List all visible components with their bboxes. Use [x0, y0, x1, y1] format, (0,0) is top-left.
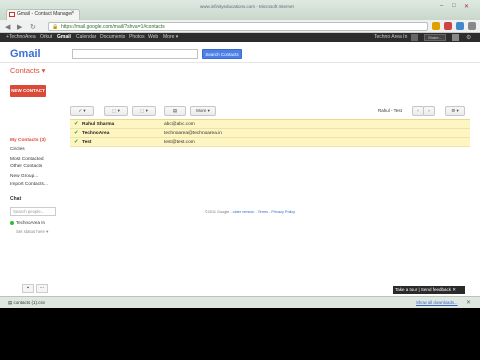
download-filename: contacts (1).csv [13, 300, 46, 305]
show-all-downloads-link[interactable]: Show all downloads... [416, 300, 458, 305]
address-bar[interactable]: 🔒 https://mail.google.com/mail/?shva=1#c… [48, 22, 428, 31]
share-button[interactable]: Share... [424, 34, 446, 41]
new-contact-button[interactable]: NEW CONTACT [10, 85, 46, 97]
contact-email[interactable]: test@test.com [164, 140, 195, 145]
sidebar-item-other-contacts[interactable]: Other Contacts [10, 164, 42, 169]
more-options-icon[interactable]: ··· [36, 284, 48, 293]
gbar-item-plus[interactable]: +TechnoArea [6, 34, 36, 40]
wrench-icon[interactable] [468, 22, 476, 30]
browser-titlebar: Gmail - Contact Manager × www.infinityed… [0, 0, 480, 20]
divider [0, 62, 480, 63]
search-contacts-button[interactable]: Search Contacts [202, 49, 242, 59]
next-page-button[interactable]: › [423, 106, 435, 116]
contact-name[interactable]: Rahul Sharma [82, 122, 114, 127]
privacy-link[interactable]: Privacy Policy [271, 210, 295, 214]
gmail-logo[interactable]: Gmail [10, 48, 41, 60]
gbar-item-photos[interactable]: Photos [129, 34, 145, 40]
table-row[interactable]: ✔ Test test@test.com [70, 138, 470, 147]
logo-text: Gmail [10, 48, 41, 60]
contact-name[interactable]: Test [82, 140, 92, 145]
browser-toolbar: ◀ ▶ ↻ 🔒 https://mail.google.com/mail/?sh… [0, 20, 480, 33]
google-bar: +TechnoArea Orkut Gmail Calendar Documen… [0, 33, 480, 42]
sidebar-item-most-contacted[interactable]: Most Contacted [10, 157, 44, 162]
page-content [0, 42, 480, 296]
downloads-bar: ▤ contacts (1).csv Show all downloads...… [0, 296, 480, 308]
sidebar-item-import[interactable]: Import Contacts... [10, 182, 48, 187]
contacts-table: ✔ Rahul Sharma abc@abc.com ✔ TechnoArea … [70, 119, 470, 147]
contact-email[interactable]: technoarea@technoarea.in [164, 131, 222, 136]
groups-button[interactable]: ⬚ ▾ [132, 106, 156, 116]
settings-gear-icon[interactable]: ⚙ [466, 34, 471, 41]
more-button[interactable]: More ▾ [190, 106, 216, 116]
checkbox-checked-icon[interactable]: ✔ [74, 130, 79, 136]
checkbox-checked-icon[interactable]: ✔ [74, 139, 79, 145]
add-to-circle-button[interactable]: ⬚ ▾ [104, 106, 128, 116]
checkbox-checked-icon[interactable]: ✔ [74, 121, 79, 127]
avatar[interactable] [452, 34, 459, 41]
contact-email[interactable]: abc@abc.com [164, 122, 195, 127]
tab-title: Gmail - Contact Manager [17, 11, 73, 17]
feedback-bar[interactable]: Take a tour | Send feedback ✕ [393, 286, 465, 294]
search-input[interactable] [72, 49, 198, 59]
gbar-item-gmail[interactable]: Gmail [57, 34, 71, 40]
minimize-icon[interactable]: – [440, 3, 443, 9]
chat-search-input[interactable]: Search people... [10, 207, 56, 216]
chat-status[interactable]: Set status here ▾ [16, 229, 48, 235]
select-button[interactable]: ✓ ▾ [70, 106, 94, 116]
gbar-item-more[interactable]: More ▾ [163, 34, 178, 40]
browser-tab[interactable]: Gmail - Contact Manager × [6, 9, 80, 20]
gbar-item-documents[interactable]: Documents [100, 34, 125, 40]
gbar-item-orkut[interactable]: Orkut [40, 34, 52, 40]
contact-range-label: Rahul - Test [378, 108, 402, 113]
gbar-user[interactable]: Techno Area In [374, 34, 407, 40]
back-icon[interactable]: ◀ [5, 23, 10, 31]
gbar-item-calendar[interactable]: Calendar [76, 34, 96, 40]
chat-title: Chat [10, 196, 22, 202]
sidebar-item-circles[interactable]: Circles [10, 147, 25, 152]
extension-icon-2[interactable] [456, 22, 464, 30]
tab-close-icon[interactable]: × [71, 10, 75, 16]
table-row[interactable]: ✔ Rahul Sharma abc@abc.com [70, 120, 470, 129]
contacts-title[interactable]: Contacts ▾ [10, 66, 45, 75]
close-window-icon[interactable]: ✕ [464, 3, 469, 10]
lock-icon: 🔒 [52, 24, 59, 30]
online-status-icon [10, 221, 14, 225]
maximize-icon[interactable]: □ [452, 3, 456, 9]
terms-link[interactable]: Terms [258, 210, 268, 214]
gmail-favicon-icon [9, 12, 15, 17]
bookmark-star-icon[interactable] [432, 22, 440, 30]
settings-button[interactable]: ⚙ ▾ [445, 106, 465, 116]
window-title: www.infinityeducations.com - Microsoft I… [200, 4, 294, 9]
sidebar-item-new-group[interactable]: New Group... [10, 174, 38, 179]
download-item[interactable]: ▤ contacts (1).csv [8, 299, 56, 307]
delete-button[interactable]: ▤ [164, 106, 186, 116]
page-footer: ©2011 Google - older version - Terms - P… [205, 210, 296, 214]
copyright-text: ©2011 Google - [205, 210, 233, 214]
table-row[interactable]: ✔ TechnoArea technoarea@technoarea.in [70, 129, 470, 138]
reload-icon[interactable]: ↻ [30, 23, 36, 31]
extension-icon[interactable] [444, 22, 452, 30]
older-version-link[interactable]: older version [233, 210, 255, 214]
chat-user-name[interactable]: TechnoArea In [16, 220, 45, 225]
gbar-item-web[interactable]: Web [148, 34, 158, 40]
url-text: https://mail.google.com/mail/?shva=1#con… [61, 24, 165, 30]
notifications-icon[interactable] [411, 34, 418, 41]
contact-name[interactable]: TechnoArea [82, 131, 109, 136]
close-downloads-icon[interactable]: ✕ [466, 299, 471, 306]
forward-icon[interactable]: ▶ [17, 23, 22, 31]
chat-bubble-icon[interactable]: ▪ [22, 284, 34, 293]
sidebar-item-my-contacts[interactable]: My Contacts (3) [10, 138, 46, 143]
